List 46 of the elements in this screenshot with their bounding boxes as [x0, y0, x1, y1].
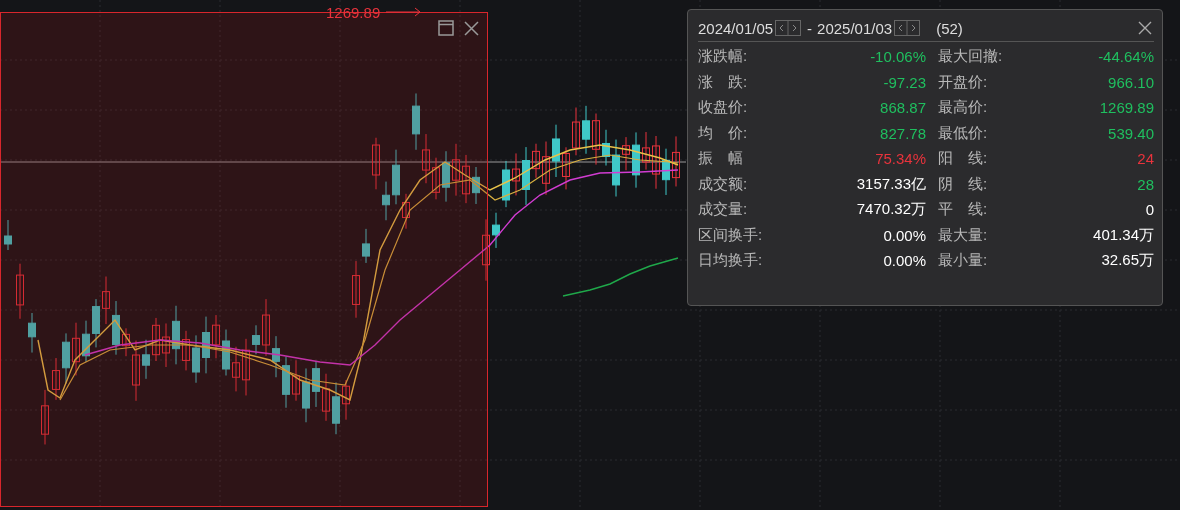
window-icon[interactable] [438, 20, 454, 36]
stat-label: 阳 线: [938, 149, 988, 169]
stat-value: 401.34万 [1093, 225, 1154, 245]
stepper-icon[interactable] [775, 20, 802, 36]
stat-label: 平 线: [938, 200, 988, 220]
start-date: 2024/01/05 [698, 19, 774, 37]
stat-label: 区间换手: [698, 225, 763, 245]
range-separator: - [807, 19, 813, 37]
stat-value: 539.40 [1108, 124, 1154, 142]
stat-label: 最小量: [938, 251, 988, 271]
stat-value: 966.10 [1108, 73, 1154, 91]
stat-label: 均 价: [698, 123, 748, 143]
stat-value: 3157.33亿 [856, 174, 926, 194]
stat-value: 28 [1137, 175, 1154, 193]
stat-label: 日均换手: [698, 251, 763, 271]
close-icon[interactable] [464, 21, 479, 36]
stat-value: 0.00% [883, 226, 926, 244]
stat-label: 阴 线: [938, 174, 988, 194]
stat-label: 最大量: [938, 225, 988, 245]
stat-value: 1269.89 [1099, 99, 1154, 117]
stat-value: -97.23 [883, 73, 926, 91]
stat-value: 868.87 [880, 99, 926, 117]
stat-value: 0.00% [883, 252, 926, 270]
stat-value: 32.65万 [1101, 251, 1154, 271]
stat-label: 最高价: [938, 98, 988, 118]
stat-label: 最低价: [938, 123, 988, 143]
close-icon[interactable] [1138, 21, 1152, 35]
stat-value: 7470.32万 [856, 200, 926, 220]
stat-value: 0 [1145, 201, 1154, 219]
end-date: 2025/01/03 [817, 19, 893, 37]
stepper-icon[interactable] [894, 20, 921, 36]
stat-value: -10.06% [870, 48, 926, 66]
stat-value: 75.34% [875, 150, 926, 168]
stat-label: 涨 跌: [698, 72, 748, 92]
stat-label: 最大回撤: [938, 47, 1003, 67]
stat-value: 827.78 [880, 124, 926, 142]
stat-label: 振 幅 [698, 149, 743, 169]
pointer-arrow-icon [386, 7, 422, 17]
count-label: (52) [936, 19, 963, 37]
stat-label: 涨跌幅: [698, 47, 748, 67]
stat-label: 成交量: [698, 200, 748, 220]
stat-value: 24 [1137, 150, 1154, 168]
stat-label: 收盘价: [698, 98, 748, 118]
stat-label: 开盘价: [938, 72, 988, 92]
stat-label: 成交额: [698, 174, 748, 194]
stat-value: -44.64% [1098, 48, 1154, 66]
